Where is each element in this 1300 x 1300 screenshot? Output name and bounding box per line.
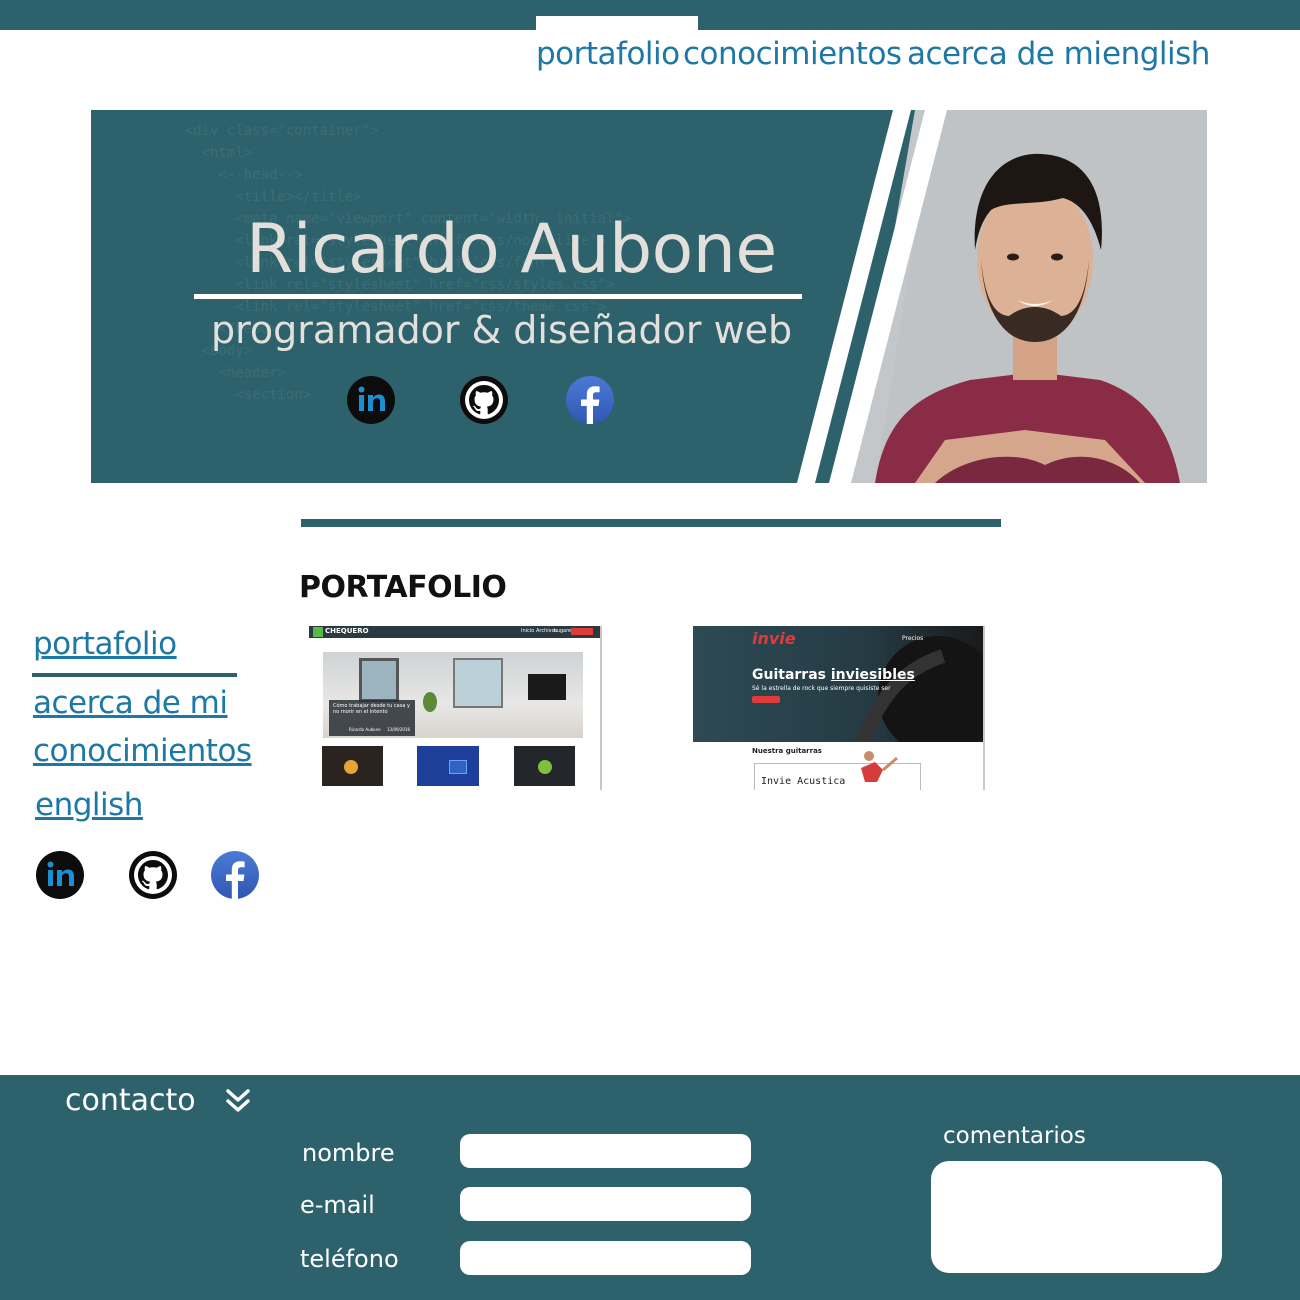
- thumb-guitar-card: Invie Acustica: [754, 751, 921, 790]
- comments-field[interactable]: [931, 1161, 1222, 1273]
- hero-banner: <div class="container"> <html> <--head--…: [91, 110, 1207, 483]
- invie-logo: invie: [752, 629, 796, 648]
- comments-label: comentarios: [943, 1123, 1086, 1149]
- chevron-double-down-icon[interactable]: [224, 1087, 252, 1115]
- project-thumbnail-invie[interactable]: invie Precios Guitarras inviesibles Sé l…: [693, 626, 985, 790]
- nav-link-conocimientos[interactable]: conocimientos: [683, 36, 902, 72]
- linkedin-icon[interactable]: [346, 375, 396, 425]
- sidebar-item-english[interactable]: english: [35, 787, 143, 823]
- phone-label: teléfono: [300, 1245, 399, 1273]
- github-icon[interactable]: [128, 850, 178, 900]
- name-label: nombre: [302, 1139, 395, 1167]
- thumb-section: Nuestra guitarras: [752, 747, 822, 755]
- facebook-icon[interactable]: [210, 850, 260, 900]
- profile-photo: [797, 110, 1207, 483]
- thumb-card-2: [417, 746, 479, 786]
- linkedin-icon[interactable]: [35, 850, 85, 900]
- sidebar-item-conocimientos[interactable]: conocimientos: [33, 733, 252, 769]
- github-icon[interactable]: [459, 375, 509, 425]
- email-label: e-mail: [300, 1191, 375, 1219]
- thumb-card: Cómo trabajar desde tu casa y no morir e…: [329, 700, 415, 736]
- hero-name: Ricardo Aubone: [246, 210, 777, 289]
- facebook-icon[interactable]: [565, 375, 615, 425]
- thumb-nav-1: Inicio: [521, 628, 535, 634]
- hero-role: programador & diseñador web: [211, 308, 793, 352]
- guitar-image: [856, 636, 983, 742]
- code-background: <div class="container"> <html> <--head--…: [184, 123, 632, 403]
- phone-field[interactable]: [460, 1241, 751, 1275]
- sidebar-item-portafolio[interactable]: portafolio: [33, 626, 177, 662]
- nav-link-acerca[interactable]: acerca de mi: [907, 36, 1102, 72]
- thumb-tagline: Sé la estrella de rock que siempre quisi…: [752, 685, 891, 692]
- contact-title: contacto: [65, 1083, 196, 1118]
- section-divider: [301, 519, 1001, 527]
- thumb-card-3: [514, 746, 575, 786]
- project-thumbnail-chequero[interactable]: CHEQUERO Inicio Archivos Lugares Cómo tr…: [309, 626, 602, 790]
- name-field[interactable]: [460, 1134, 751, 1168]
- guitarist-image: [861, 751, 898, 782]
- thumb-header: [693, 626, 983, 742]
- hero-underline: [194, 294, 802, 299]
- portfolio-title: PORTAFOLIO: [299, 570, 507, 605]
- contact-footer: contacto nombre e-mail teléfono comentar…: [0, 1075, 1300, 1300]
- active-nav-indicator: [536, 16, 698, 32]
- email-field[interactable]: [460, 1187, 751, 1221]
- thumb-headline: Guitarras inviesibles: [752, 667, 915, 683]
- thumb-nav-precios: Precios: [902, 635, 924, 642]
- sidebar-active-indicator: [32, 673, 237, 677]
- thumb-brand: CHEQUERO: [325, 627, 369, 635]
- nav-link-portafolio[interactable]: portafolio: [536, 36, 680, 72]
- thumb-cta: [752, 696, 780, 703]
- nav-link-english[interactable]: english: [1102, 36, 1210, 72]
- sidebar-item-acerca[interactable]: acerca de mi: [33, 685, 228, 721]
- thumb-card-1: [322, 746, 383, 786]
- thumb-cta: [571, 628, 593, 635]
- chequero-logo-icon: [313, 627, 323, 637]
